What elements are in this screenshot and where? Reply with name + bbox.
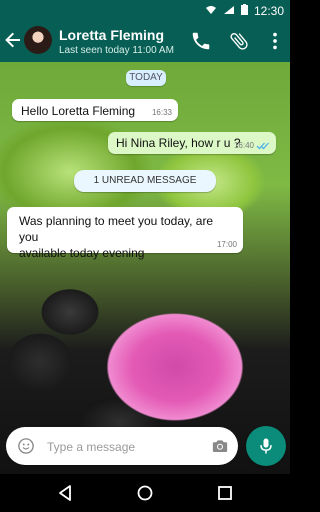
message-text: Hi Nina Riley, how r u ?	[116, 136, 241, 150]
emoji-icon[interactable]	[17, 437, 35, 455]
status-bar: 12:30	[0, 0, 290, 18]
read-ticks-icon	[256, 138, 270, 150]
chat-wallpaper	[0, 62, 290, 474]
date-chip: TODAY	[126, 70, 166, 86]
message-time: 17:00	[216, 240, 237, 249]
unread-divider: 1 UNREAD MESSAGE	[74, 170, 216, 192]
system-nav-bar	[0, 474, 290, 512]
message-time: 16:40	[233, 141, 254, 150]
nav-home-icon[interactable]	[136, 484, 154, 502]
message-time: 16:33	[151, 108, 172, 117]
phone-icon[interactable]	[190, 30, 212, 52]
incoming-message-bubble[interactable]: Was planning to meet you today, are you …	[7, 207, 243, 260]
incoming-message-bubble[interactable]: Hello Loretta Fleming 16:33	[12, 99, 178, 121]
more-vert-icon[interactable]	[264, 30, 286, 52]
back-arrow-icon[interactable]	[4, 28, 22, 52]
message-text: Hello Loretta Fleming	[21, 104, 136, 118]
chat-header: Loretta Fleming Last seen today 11:00 AM	[0, 18, 290, 62]
attachment-icon[interactable]	[228, 30, 250, 52]
status-time: 12:30	[253, 4, 284, 18]
mic-icon	[260, 438, 272, 454]
nav-back-icon[interactable]	[56, 484, 74, 502]
avatar[interactable]	[24, 26, 52, 54]
message-input[interactable]	[45, 437, 209, 457]
message-text: Was planning to meet you today, are you …	[19, 214, 214, 260]
nav-recents-icon[interactable]	[216, 484, 234, 502]
contact-name[interactable]: Loretta Fleming	[59, 27, 164, 43]
outgoing-message-bubble[interactable]: Hi Nina Riley, how r u ? 16:40	[108, 132, 276, 154]
camera-icon[interactable]	[211, 437, 229, 455]
message-composer	[6, 427, 238, 465]
mic-button[interactable]	[246, 426, 286, 466]
last-seen-status: Last seen today 11:00 AM	[59, 45, 174, 56]
